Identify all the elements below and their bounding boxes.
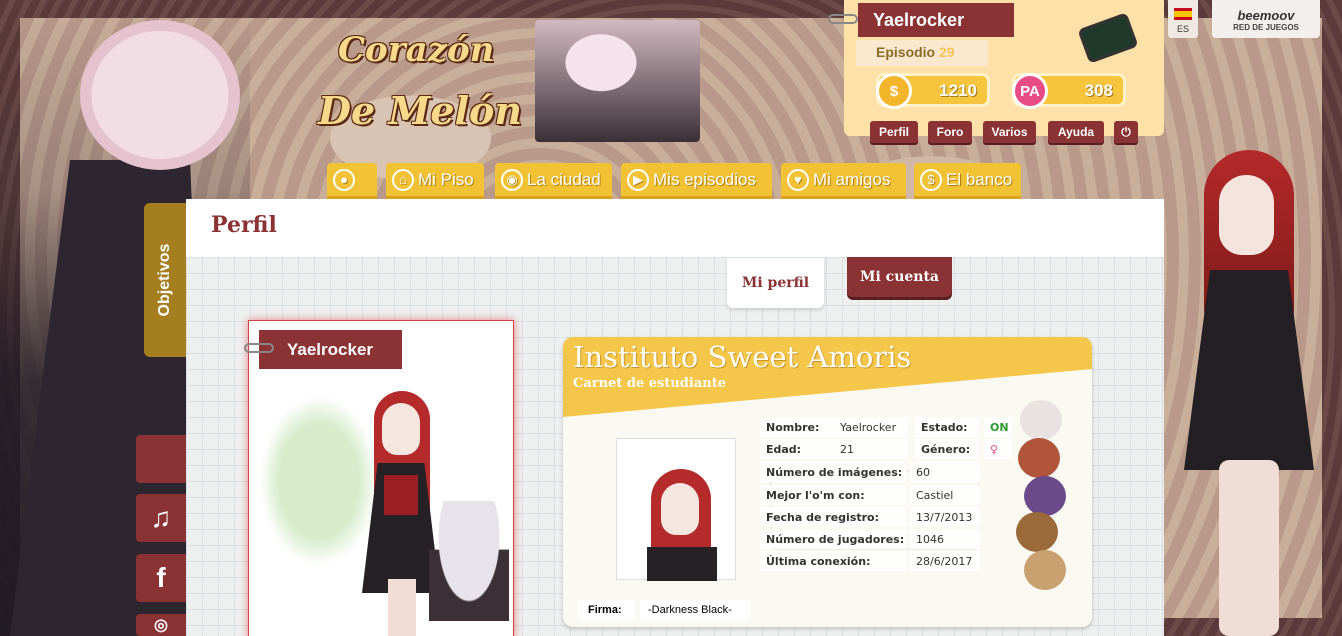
logo-line-2: De Melón	[318, 88, 523, 133]
music-icon: ♫	[150, 502, 172, 533]
tab-mi-perfil[interactable]: Mi perfil	[727, 258, 824, 308]
right-character-illustration	[1164, 140, 1342, 636]
id-card-title: Instituto Sweet Amoris	[573, 340, 912, 374]
mejor-value: Castiel	[910, 485, 980, 505]
avatar-name-label: Yaelrocker	[287, 339, 374, 359]
avatar-bg-character	[429, 501, 509, 621]
firma-value: -Darkness Black-	[640, 600, 750, 620]
menu-foro-button[interactable]: Foro	[928, 121, 972, 143]
nav-mis-episodios[interactable]: ▶ Mis episodios	[621, 163, 772, 199]
instagram-button[interactable]: ◎	[136, 614, 186, 636]
username-label: Yaelrocker	[873, 9, 965, 30]
facebook-icon: f	[156, 562, 166, 593]
heart-icon: ♥	[787, 168, 809, 191]
power-icon: ⏻	[1121, 124, 1131, 139]
pa-counter[interactable]: PA 308	[1012, 73, 1126, 109]
house-icon: ⌂	[392, 168, 414, 191]
network-brand: beemoov	[1237, 8, 1295, 23]
id-card-subtitle: Carnet de estudiante	[573, 376, 726, 391]
character-legs	[1219, 460, 1279, 636]
edad-label: Edad:	[760, 439, 834, 459]
episode-number: 29	[939, 44, 955, 60]
menu-varios-button[interactable]: Varios	[983, 121, 1036, 143]
imagenes-value: 60	[910, 462, 980, 482]
paperclip-icon	[244, 343, 274, 353]
character-hair	[80, 20, 240, 170]
episode-indicator: Episodio 29	[856, 40, 988, 66]
nav-label: La ciudad	[527, 169, 601, 189]
edad-value: 21	[834, 439, 908, 459]
spain-flag-icon	[1174, 8, 1192, 20]
content-header	[186, 199, 1164, 257]
conexion-label: Última conexión:	[760, 551, 906, 571]
logo-character-image	[535, 20, 700, 142]
nav-mi-piso[interactable]: ⌂ Mi Piso	[386, 163, 484, 199]
objetivos-tab[interactable]: Objetivos	[144, 203, 186, 357]
nav-label: Mi amigos	[813, 169, 891, 189]
logo-line-1: Corazón	[338, 30, 495, 70]
nav-label: Mi Piso	[418, 169, 474, 189]
registro-value: 13/7/2013	[910, 507, 980, 527]
logout-button[interactable]: ⏻	[1114, 121, 1138, 143]
firma-label: Firma:	[578, 600, 635, 620]
site-logo[interactable]: Corazón De Melón	[318, 26, 548, 146]
jugadores-value: 1046	[910, 529, 980, 549]
menu-ayuda-button[interactable]: Ayuda	[1048, 121, 1104, 143]
pa-value: 308	[1084, 81, 1113, 100]
network-label: RED DE JUEGOS	[1233, 23, 1299, 32]
network-badge[interactable]: beemoov RED DE JUEGOS	[1212, 0, 1320, 38]
avatar-name-tag: Yaelrocker	[259, 330, 402, 369]
chibi-characters-stack	[1010, 400, 1082, 610]
tab-mi-cuenta[interactable]: Mi cuenta	[847, 257, 952, 297]
registro-label: Fecha de registro:	[760, 507, 906, 527]
paperclip-icon	[828, 14, 858, 24]
episode-label: Episodio	[876, 44, 936, 60]
nombre-label: Nombre:	[760, 417, 834, 437]
play-icon: ▶	[627, 168, 649, 191]
facebook-button[interactable]: f	[136, 554, 186, 602]
objetivos-label: Objetivos	[156, 243, 173, 317]
language-code: ES	[1176, 24, 1189, 34]
nav-el-banco[interactable]: $ El banco	[914, 163, 1021, 199]
coins-value: 1210	[939, 81, 977, 100]
nav-label: Mis episodios	[653, 169, 756, 189]
jugadores-label: Número de jugadores:	[760, 529, 906, 549]
pa-icon: PA	[1012, 73, 1048, 109]
page-title: Perfil	[211, 212, 277, 238]
username-tag: Yaelrocker	[858, 3, 1014, 37]
menu-perfil-button[interactable]: Perfil	[870, 121, 918, 143]
instagram-icon: ◎	[154, 617, 168, 634]
side-empty-button[interactable]	[136, 435, 186, 483]
candy-icon: ●	[333, 168, 355, 191]
language-selector[interactable]: ES	[1168, 0, 1198, 38]
mejor-label: Mejor l'o'm con:	[760, 485, 906, 505]
coins-counter[interactable]: $ 1210	[876, 73, 990, 109]
conexion-value: 28/6/2017	[910, 551, 980, 571]
dollar-icon: $	[920, 168, 942, 191]
imagenes-label: Número de imágenes:	[760, 462, 906, 482]
coin-icon: $	[876, 73, 912, 109]
gender-female-icon: ♀	[984, 439, 1012, 459]
map-pin-icon: ◉	[501, 168, 523, 191]
estado-label: Estado:	[915, 417, 979, 437]
id-photo	[616, 438, 736, 581]
nav-la-ciudad[interactable]: ◉ La ciudad	[495, 163, 612, 199]
nav-mi-amigos[interactable]: ♥ Mi amigos	[781, 163, 906, 199]
character-face	[1219, 175, 1274, 255]
genero-label: Género:	[915, 439, 979, 459]
nav-label: El banco	[946, 169, 1013, 189]
nav-candy-button[interactable]: ●	[327, 163, 377, 199]
nombre-value: Yaelrocker	[834, 417, 908, 437]
music-button[interactable]: ♫	[136, 494, 186, 542]
estado-value: ON	[984, 417, 1012, 437]
